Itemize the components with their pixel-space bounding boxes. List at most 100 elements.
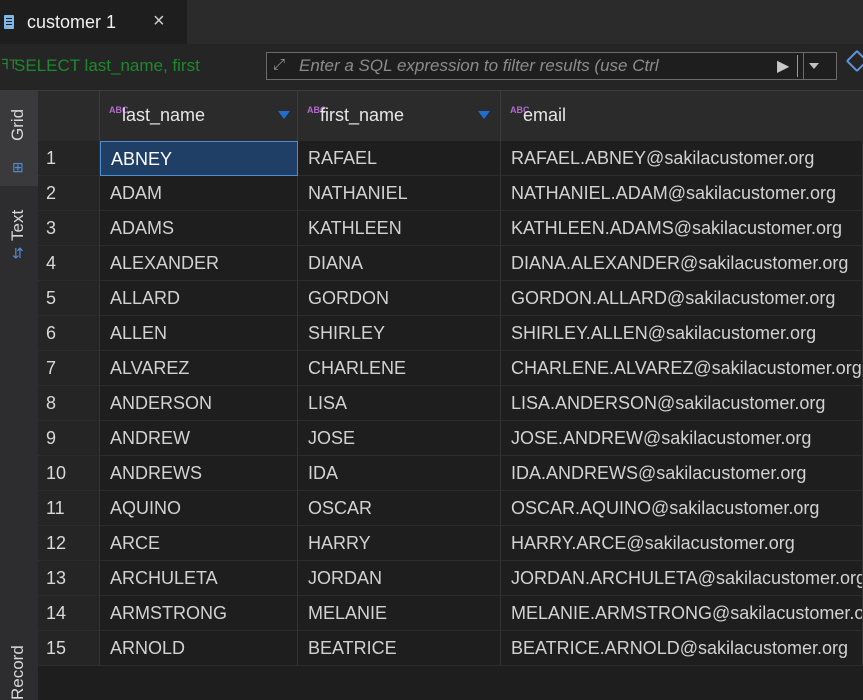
- cell-last-name[interactable]: ADAM: [100, 176, 298, 211]
- text-icon: ⇵: [12, 245, 24, 261]
- row-number[interactable]: 8: [38, 386, 100, 421]
- row-number[interactable]: 1: [38, 141, 100, 176]
- row-number[interactable]: 14: [38, 596, 100, 631]
- row-number[interactable]: 3: [38, 211, 100, 246]
- table-row[interactable]: 14 ARMSTRONG MELANIE MELANIE.ARMSTRONG@saki…: [38, 596, 863, 631]
- row-number[interactable]: 7: [38, 351, 100, 386]
- table-row[interactable]: 8 ANDERSON LISA LISA.ANDERSON@sakilacustome…: [38, 386, 863, 421]
- row-number[interactable]: 12: [38, 526, 100, 561]
- cell-email[interactable]: BEATRICE.ARNOLD@sakilacustomer.org: [501, 631, 863, 666]
- table-row[interactable]: 5 ALLARD GORDON GORDON.ALLARD@sakilacustome…: [38, 281, 863, 316]
- cell-first-name[interactable]: KATHLEEN: [298, 211, 501, 246]
- sql-query-text[interactable]: SELECT last_name, first: [14, 56, 264, 76]
- cell-last-name[interactable]: ALLEN: [100, 316, 298, 351]
- cell-email[interactable]: RAFAEL.ABNEY@sakilacustomer.org: [501, 141, 863, 176]
- row-number[interactable]: 11: [38, 491, 100, 526]
- cell-email[interactable]: KATHLEEN.ADAMS@sakilacustomer.org: [501, 211, 863, 246]
- table-row[interactable]: 7 ALVAREZ CHARLENE CHARLENE.ALVAREZ@sakilac…: [38, 351, 863, 386]
- table-row[interactable]: 4 ALEXANDER DIANA DIANA.ALEXANDER@sakilacus…: [38, 246, 863, 281]
- cell-last-name[interactable]: ALEXANDER: [100, 246, 298, 281]
- row-number[interactable]: 9: [38, 421, 100, 456]
- cell-email[interactable]: NATHANIEL.ADAM@sakilacustomer.org: [501, 176, 863, 211]
- cell-last-name[interactable]: ABNEY: [100, 141, 298, 176]
- row-number[interactable]: 4: [38, 246, 100, 281]
- filter-placeholder: Enter a SQL expression to filter results…: [299, 56, 659, 75]
- cell-email[interactable]: OSCAR.AQUINO@sakilacustomer.org: [501, 491, 863, 526]
- cell-last-name[interactable]: ALLARD: [100, 281, 298, 316]
- cell-email[interactable]: DIANA.ALEXANDER@sakilacustomer.org: [501, 246, 863, 281]
- filter-history-dropdown[interactable]: [803, 53, 824, 79]
- row-number[interactable]: 13: [38, 561, 100, 596]
- cell-email[interactable]: MELANIE.ARMSTRONG@sakilacustomer.org: [501, 596, 863, 631]
- cell-last-name[interactable]: ARNOLD: [100, 631, 298, 666]
- sort-arrow-icon[interactable]: [278, 111, 290, 119]
- table-row[interactable]: 1 ABNEY RAFAEL RAFAEL.ABNEY@sakilacustomer.…: [38, 141, 863, 176]
- row-number[interactable]: 5: [38, 281, 100, 316]
- table-row[interactable]: 2 ADAM NATHANIEL NATHANIEL.ADAM@sakilacusto…: [38, 176, 863, 211]
- column-header-email[interactable]: ABC email: [501, 91, 863, 141]
- cell-email[interactable]: LISA.ANDERSON@sakilacustomer.org: [501, 386, 863, 421]
- table-row[interactable]: 12 ARCE HARRY HARRY.ARCE@sakilacustomer.org: [38, 526, 863, 561]
- cell-first-name[interactable]: NATHANIEL: [298, 176, 501, 211]
- cell-last-name[interactable]: AQUINO: [100, 491, 298, 526]
- row-number[interactable]: 6: [38, 316, 100, 351]
- cell-first-name[interactable]: HARRY: [298, 526, 501, 561]
- cell-first-name[interactable]: JORDAN: [298, 561, 501, 596]
- cell-first-name[interactable]: IDA: [298, 456, 501, 491]
- cell-email[interactable]: SHIRLEY.ALLEN@sakilacustomer.org: [501, 316, 863, 351]
- expand-icon[interactable]: ⤢: [273, 56, 285, 73]
- text-view-tab[interactable]: Text ⇵: [0, 201, 38, 281]
- tab-customer-1[interactable]: customer 1 ×: [0, 0, 187, 44]
- cell-email[interactable]: CHARLENE.ALVAREZ@sakilacustomer.org: [501, 351, 863, 386]
- cell-first-name[interactable]: RAFAEL: [298, 141, 501, 176]
- column-header-last-name[interactable]: ABC last_name: [100, 91, 298, 141]
- cell-last-name[interactable]: ALVAREZ: [100, 351, 298, 386]
- grid-view-tab[interactable]: Grid ⊞: [0, 91, 38, 186]
- divider: [797, 55, 798, 77]
- cell-email[interactable]: HARRY.ARCE@sakilacustomer.org: [501, 526, 863, 561]
- table-row[interactable]: 6 ALLEN SHIRLEY SHIRLEY.ALLEN@sakilacustome…: [38, 316, 863, 351]
- table-row[interactable]: 10 ANDREWS IDA IDA.ANDREWS@sakilacustomer.o…: [38, 456, 863, 491]
- cell-email[interactable]: GORDON.ALLARD@sakilacustomer.org: [501, 281, 863, 316]
- cell-email[interactable]: JORDAN.ARCHULETA@sakilacustomer.org: [501, 561, 863, 596]
- column-header-first-name[interactable]: ABC first_name: [298, 91, 501, 141]
- cell-first-name[interactable]: JOSE: [298, 421, 501, 456]
- cell-last-name[interactable]: ANDREWS: [100, 456, 298, 491]
- cell-first-name[interactable]: SHIRLEY: [298, 316, 501, 351]
- sort-arrow-icon[interactable]: [478, 111, 490, 119]
- table-row[interactable]: 9 ANDREW JOSE JOSE.ANDREW@sakilacustomer.or…: [38, 421, 863, 456]
- run-filter-icon[interactable]: ▶: [777, 56, 789, 76]
- cell-last-name[interactable]: ARCE: [100, 526, 298, 561]
- cell-last-name[interactable]: ANDREW: [100, 421, 298, 456]
- cell-last-name[interactable]: ANDERSON: [100, 386, 298, 421]
- cell-last-name[interactable]: ADAMS: [100, 211, 298, 246]
- grid-icon: ⊞: [12, 159, 24, 175]
- cell-first-name[interactable]: OSCAR: [298, 491, 501, 526]
- cell-last-name[interactable]: ARMSTRONG: [100, 596, 298, 631]
- row-number[interactable]: 2: [38, 176, 100, 211]
- cell-first-name[interactable]: GORDON: [298, 281, 501, 316]
- cell-first-name[interactable]: LISA: [298, 386, 501, 421]
- cell-first-name[interactable]: DIANA: [298, 246, 501, 281]
- tab-label: customer 1: [27, 12, 117, 32]
- cell-email[interactable]: JOSE.ANDREW@sakilacustomer.org: [501, 421, 863, 456]
- cell-first-name[interactable]: MELANIE: [298, 596, 501, 631]
- cell-last-name[interactable]: ARCHULETA: [100, 561, 298, 596]
- row-number[interactable]: 10: [38, 456, 100, 491]
- text-tab-label: Text: [8, 209, 27, 241]
- filter-input[interactable]: ⤢ Enter a SQL expression to filter resul…: [266, 52, 837, 80]
- table-row[interactable]: 11 AQUINO OSCAR OSCAR.AQUINO@sakilacustomer…: [38, 491, 863, 526]
- results-grid: ABC last_name ABC first_name ABC email 1…: [38, 91, 863, 700]
- row-number[interactable]: 15: [38, 631, 100, 666]
- cell-first-name[interactable]: BEATRICE: [298, 631, 501, 666]
- record-view-tab[interactable]: Record: [0, 621, 38, 700]
- close-icon[interactable]: ×: [153, 10, 165, 33]
- cell-first-name[interactable]: CHARLENE: [298, 351, 501, 386]
- table-row[interactable]: 13 ARCHULETA JORDAN JORDAN.ARCHULETA@sakila…: [38, 561, 863, 596]
- view-mode-sidebar: Grid ⊞ Text ⇵ Record: [0, 91, 38, 700]
- column-name: first_name: [320, 105, 405, 125]
- table-row[interactable]: 15 ARNOLD BEATRICE BEATRICE.ARNOLD@sakilacu…: [38, 631, 863, 666]
- record-tab-label: Record: [8, 645, 27, 700]
- table-row[interactable]: 3 ADAMS KATHLEEN KATHLEEN.ADAMS@sakilacusto…: [38, 211, 863, 246]
- cell-email[interactable]: IDA.ANDREWS@sakilacustomer.org: [501, 456, 863, 491]
